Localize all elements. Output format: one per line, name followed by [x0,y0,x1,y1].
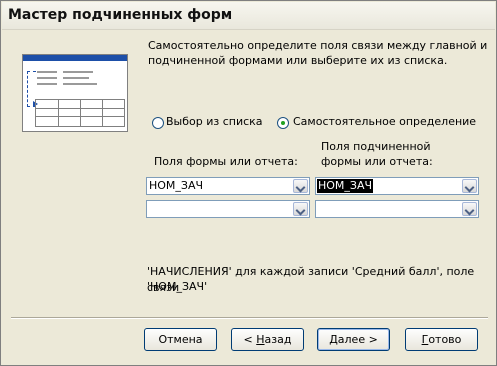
radio-from-list[interactable] [152,117,164,129]
subform-fields-label-line1: Поля подчиненной [321,140,431,153]
form-field-1-combo[interactable]: НОМ_ЗАЧ [146,177,310,195]
subform-field-1-value: НОМ_ЗАЧ [317,179,374,193]
chevron-down-icon[interactable] [293,202,308,216]
form-field-1-value: НОМ_ЗАЧ [149,179,204,192]
radio-self-defined[interactable] [277,117,289,129]
form-field-2-value [148,202,150,216]
subform-fields-label-line2: формы или отчета: [321,155,433,168]
radio-from-list-label[interactable]: Выбор из списка [166,114,263,130]
wizard-illustration [22,54,128,132]
form-field-2-combo[interactable] [146,200,310,218]
radio-self-defined-label[interactable]: Самостоятельное определение [293,114,476,130]
form-fields-label: Поля формы или отчета: [154,155,298,168]
window-title: Мастер подчиненных форм [8,7,233,23]
subform-wizard-window: Мастер подчиненных форм Самостоятельно о… [0,0,497,366]
instructions-line1: Самостоятельно определите поля связи меж… [148,39,488,52]
cancel-button[interactable]: Отмена [144,328,217,351]
button-separator [11,317,488,319]
subform-field-2-combo[interactable] [315,200,479,218]
back-button[interactable]: < Назад [231,328,304,351]
subform-field-2-value [317,202,319,216]
chevron-down-icon[interactable] [462,202,477,216]
chevron-down-icon[interactable] [293,179,308,193]
title-bar: Мастер подчиненных форм [2,2,495,30]
next-button[interactable]: Далее > [317,328,390,351]
instructions-line2: подчиненной формами или выберите их из с… [148,54,448,67]
subform-field-1-combo[interactable]: НОМ_ЗАЧ [315,177,479,195]
summary-line2: 'НОМ_ЗАЧ' [147,280,208,293]
finish-button[interactable]: Готово [405,328,478,351]
chevron-down-icon[interactable] [462,179,477,193]
datasheet-icon [35,99,125,127]
